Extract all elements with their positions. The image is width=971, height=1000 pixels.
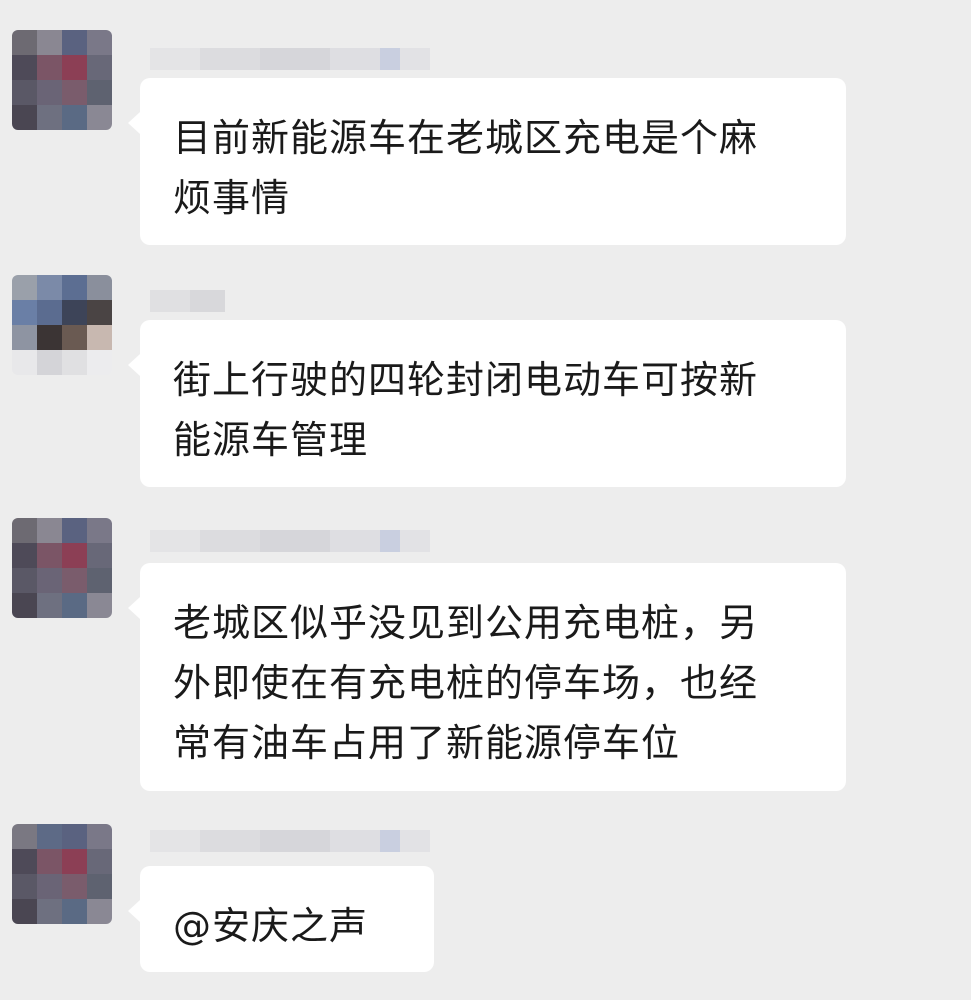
message-text-line: 目前新能源车在老城区充电是个麻 xyxy=(173,116,759,160)
message-bubble[interactable]: 老城区似乎没见到公用充电桩，另 外即使在有充电桩的停车场，也经 常有油车占用了新… xyxy=(128,563,846,791)
sender-name-blurred xyxy=(150,530,430,552)
avatar[interactable] xyxy=(12,30,112,130)
message-text-line: 烦事情 xyxy=(173,176,291,220)
message-bubble[interactable]: 目前新能源车在老城区充电是个麻 烦事情 xyxy=(128,78,846,245)
avatar[interactable] xyxy=(12,824,112,924)
message-text-line: 老城区似乎没见到公用充电桩，另 xyxy=(173,601,759,645)
sender-name-blurred xyxy=(150,830,430,852)
chat-message-list: 目前新能源车在老城区充电是个麻 烦事情 街上行驶的四轮封闭电动车可按新 能源车管… xyxy=(0,0,971,1000)
message-text-line: 街上行驶的四轮封闭电动车可按新 xyxy=(173,358,759,402)
avatar[interactable] xyxy=(12,518,112,618)
message-bubble[interactable]: 街上行驶的四轮封闭电动车可按新 能源车管理 xyxy=(128,320,846,487)
avatar[interactable] xyxy=(12,275,112,375)
sender-name-blurred xyxy=(150,290,225,312)
message-text-line: 外即使在有充电桩的停车场，也经 xyxy=(173,661,759,705)
message-bubble[interactable]: @安庆之声 xyxy=(128,866,434,972)
message-text-line: 常有油车占用了新能源停车位 xyxy=(173,721,681,765)
sender-name-blurred xyxy=(150,48,430,70)
message-text-line: 能源车管理 xyxy=(173,418,369,462)
message-text-line: @安庆之声 xyxy=(173,904,369,948)
